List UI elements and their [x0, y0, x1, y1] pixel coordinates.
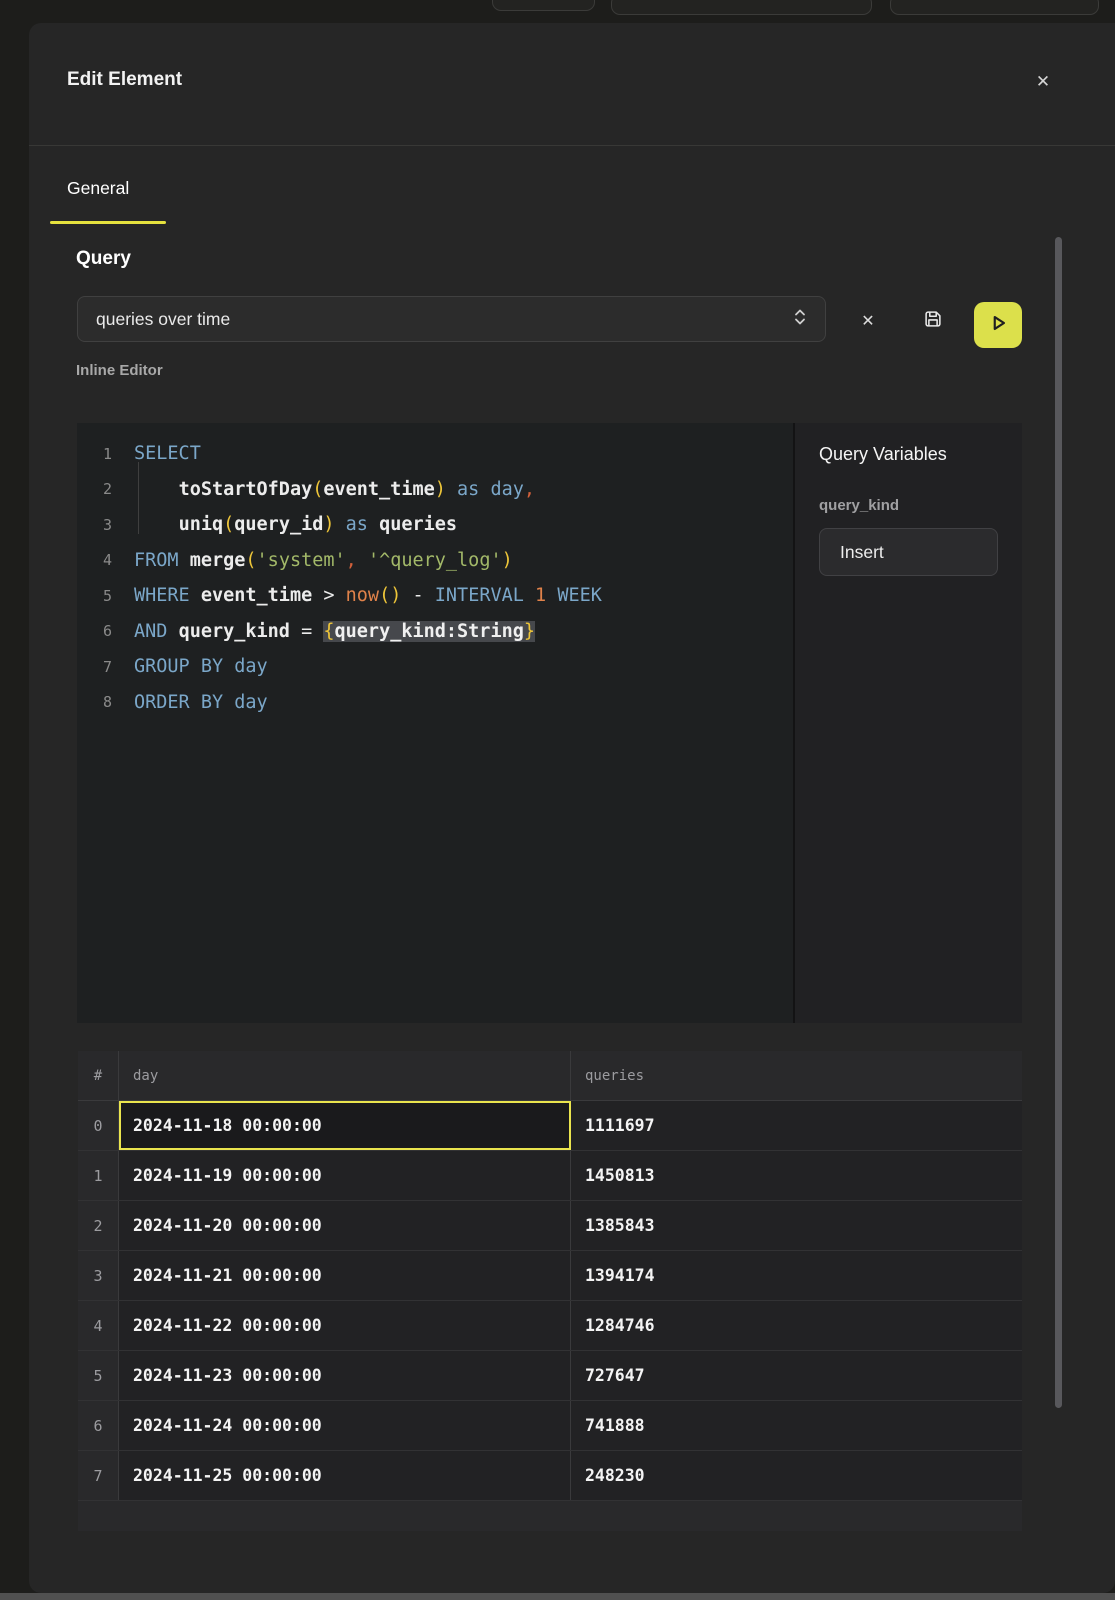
row-index-cell: 0 — [78, 1101, 119, 1150]
header-divider — [29, 145, 1115, 146]
day-cell[interactable]: 2024-11-20 00:00:00 — [119, 1201, 571, 1250]
line-number: 5 — [77, 587, 112, 605]
column-header-queries: queries — [571, 1051, 1022, 1100]
results-table-header: # day queries — [78, 1051, 1022, 1101]
edit-element-modal: Edit Element ✕ General Query queries ove… — [29, 23, 1115, 1593]
background-toolbar-button-2[interactable] — [611, 0, 872, 15]
queries-cell[interactable]: 1450813 — [571, 1151, 1022, 1200]
code-line: 3 uniq(query_id) as queries — [77, 507, 793, 543]
table-row: 42024-11-22 00:00:001284746 — [78, 1301, 1022, 1351]
line-number: 6 — [77, 622, 112, 640]
modal-title: Edit Element — [67, 69, 182, 91]
results-table: # day queries 02024-11-18 00:00:00111169… — [78, 1051, 1022, 1531]
background-toolbar-button-1[interactable] — [492, 0, 595, 11]
code-line: 4FROM merge('system', '^query_log') — [77, 543, 793, 579]
day-cell[interactable]: 2024-11-24 00:00:00 — [119, 1401, 571, 1450]
query-select-value: queries over time — [96, 309, 793, 330]
column-header-day: day — [119, 1051, 571, 1100]
line-number: 7 — [77, 658, 112, 676]
row-index-cell: 7 — [78, 1451, 119, 1500]
row-index-cell: 6 — [78, 1401, 119, 1450]
table-row: 72024-11-25 00:00:00248230 — [78, 1451, 1022, 1501]
query-select[interactable]: queries over time — [77, 296, 826, 342]
play-icon — [985, 310, 1011, 341]
line-number: 8 — [77, 693, 112, 711]
day-cell[interactable]: 2024-11-25 00:00:00 — [119, 1451, 571, 1500]
code-line: 6AND query_kind = {query_kind:String} — [77, 614, 793, 650]
line-number: 3 — [77, 516, 112, 534]
line-number: 2 — [77, 480, 112, 498]
day-cell[interactable]: 2024-11-21 00:00:00 — [119, 1251, 571, 1300]
queries-cell[interactable]: 741888 — [571, 1401, 1022, 1450]
day-cell[interactable]: 2024-11-23 00:00:00 — [119, 1351, 571, 1400]
row-index-cell: 5 — [78, 1351, 119, 1400]
row-index-cell: 1 — [78, 1151, 119, 1200]
day-cell[interactable]: 2024-11-22 00:00:00 — [119, 1301, 571, 1350]
query-variables-panel: Query Variables query_kind Insert — [795, 423, 1022, 1023]
run-query-button[interactable] — [974, 302, 1022, 348]
modal-scrollbar[interactable] — [1055, 237, 1062, 1408]
insert-variable-button[interactable]: Insert — [819, 528, 998, 576]
line-number: 4 — [77, 551, 112, 569]
row-index-cell: 3 — [78, 1251, 119, 1300]
clear-query-button[interactable]: ✕ — [853, 306, 883, 336]
save-query-button[interactable] — [918, 306, 948, 336]
table-row: 32024-11-21 00:00:001394174 — [78, 1251, 1022, 1301]
close-icon[interactable]: ✕ — [1029, 68, 1057, 96]
queries-cell[interactable]: 248230 — [571, 1451, 1022, 1500]
code-line: 2 toStartOfDay(event_time) as day, — [77, 472, 793, 508]
table-row: 62024-11-24 00:00:00741888 — [78, 1401, 1022, 1451]
table-row: 22024-11-20 00:00:001385843 — [78, 1201, 1022, 1251]
tab-general[interactable]: General — [67, 178, 129, 199]
queries-cell[interactable]: 1111697 — [571, 1101, 1022, 1150]
queries-cell[interactable]: 727647 — [571, 1351, 1022, 1400]
results-table-footer — [78, 1501, 1022, 1531]
table-row: 02024-11-18 00:00:001111697 — [78, 1101, 1022, 1151]
background-toolbar-button-3[interactable] — [890, 0, 1099, 15]
table-row: 12024-11-19 00:00:001450813 — [78, 1151, 1022, 1201]
floppy-disk-icon — [922, 308, 944, 335]
day-cell[interactable]: 2024-11-19 00:00:00 — [119, 1151, 571, 1200]
column-header-index: # — [78, 1051, 119, 1100]
code-pane[interactable]: 1SELECT2 toStartOfDay(event_time) as day… — [77, 423, 793, 1023]
inline-editor-label: Inline Editor — [76, 362, 163, 379]
queries-cell[interactable]: 1394174 — [571, 1251, 1022, 1300]
page-background: Edit Element ✕ General Query queries ove… — [0, 0, 1115, 1600]
query-variables-heading: Query Variables — [819, 444, 947, 465]
code-line: 1SELECT — [77, 436, 793, 472]
queries-cell[interactable]: 1385843 — [571, 1201, 1022, 1250]
code-line: 8ORDER BY day — [77, 685, 793, 721]
line-number: 1 — [77, 445, 112, 463]
code-line: 7GROUP BY day — [77, 649, 793, 685]
row-index-cell: 4 — [78, 1301, 119, 1350]
sql-editor: 1SELECT2 toStartOfDay(event_time) as day… — [77, 423, 1022, 1023]
variable-name-label: query_kind — [819, 497, 899, 514]
code-line: 5WHERE event_time > now() - INTERVAL 1 W… — [77, 578, 793, 614]
table-row: 52024-11-23 00:00:00727647 — [78, 1351, 1022, 1401]
day-cell-selected[interactable]: 2024-11-18 00:00:00 — [119, 1101, 571, 1150]
bottom-edge-bar — [0, 1593, 1115, 1600]
query-section-heading: Query — [76, 248, 131, 270]
active-tab-indicator — [50, 221, 166, 224]
queries-cell[interactable]: 1284746 — [571, 1301, 1022, 1350]
row-index-cell: 2 — [78, 1201, 119, 1250]
chevron-updown-icon — [793, 307, 807, 332]
code-lines: 1SELECT2 toStartOfDay(event_time) as day… — [77, 436, 793, 720]
